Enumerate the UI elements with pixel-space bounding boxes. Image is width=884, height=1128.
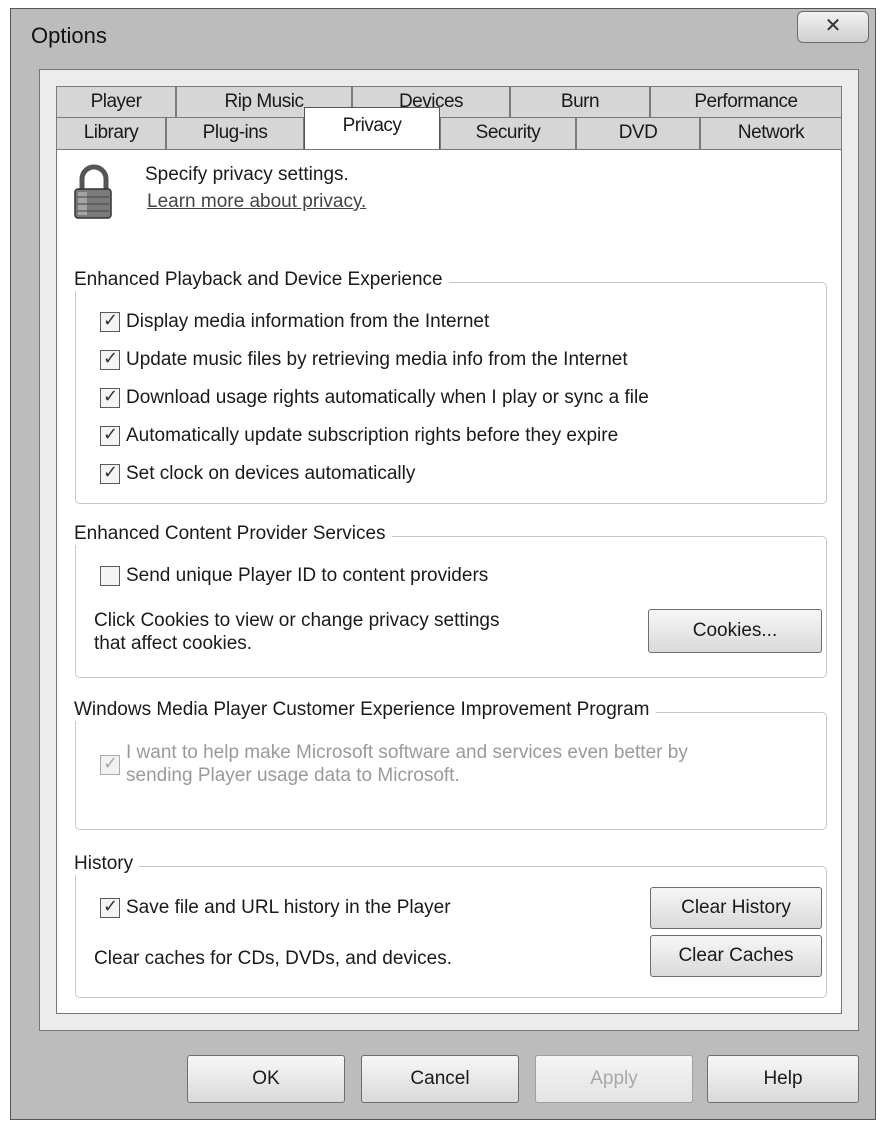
option-label: Display media information from the Inter…: [126, 311, 490, 332]
option-label: I want to help make Microsoft software a…: [126, 741, 688, 787]
option-label: Download usage rights automatically when…: [126, 387, 649, 408]
tab-dvd[interactable]: DVD: [576, 117, 700, 149]
tab-network[interactable]: Network: [700, 117, 842, 149]
tab-privacy[interactable]: Privacy: [304, 107, 440, 149]
tab-security[interactable]: Security: [440, 117, 576, 149]
ceip-group: Windows Media Player Customer Experience…: [74, 699, 827, 830]
option-label: Set clock on devices automatically: [126, 463, 416, 484]
apply-button[interactable]: Apply: [535, 1055, 693, 1103]
option-label: Save file and URL history in the Player: [126, 897, 451, 918]
group-legend: Enhanced Playback and Device Experience: [74, 269, 449, 291]
cookies-button[interactable]: Cookies...: [648, 609, 822, 653]
cancel-button[interactable]: Cancel: [361, 1055, 519, 1103]
option-set-clock[interactable]: ✓ Set clock on devices automatically: [100, 462, 416, 485]
ceip-text-line: sending Player usage data to Microsoft.: [126, 765, 460, 786]
group-legend: Enhanced Content Provider Services: [74, 523, 392, 545]
content-provider-group: Enhanced Content Provider Services Send …: [74, 523, 827, 678]
playback-group: Enhanced Playback and Device Experience …: [74, 269, 827, 504]
option-label: Send unique Player ID to content provide…: [126, 565, 489, 586]
clear-caches-text: Clear caches for CDs, DVDs, and devices.: [94, 948, 452, 969]
window-title: Options: [31, 23, 107, 48]
group-legend: History: [74, 853, 140, 875]
close-icon: ✕: [824, 15, 842, 37]
ok-button[interactable]: OK: [187, 1055, 345, 1103]
checkbox[interactable]: ✓: [100, 310, 120, 332]
privacy-panel: Specify privacy settings. Learn more abo…: [56, 149, 842, 1014]
checkbox[interactable]: ✓: [100, 386, 120, 408]
option-update-subscription-rights[interactable]: ✓ Automatically update subscription righ…: [100, 424, 619, 447]
checkbox[interactable]: ✓: [100, 753, 120, 775]
learn-more-link[interactable]: Learn more about privacy.: [147, 191, 366, 213]
tab-row-bottom: Library Plug-ins Privacy Security DVD Ne…: [56, 107, 842, 149]
dialog-body: Player Rip Music Devices Burn Performanc…: [39, 69, 859, 1031]
checkmark-icon: ✓: [103, 386, 119, 406]
checkbox[interactable]: ✓: [100, 424, 120, 446]
tab-burn[interactable]: Burn: [510, 86, 650, 118]
tab-library[interactable]: Library: [56, 117, 166, 149]
option-ceip[interactable]: ✓ I want to help make Microsoft software…: [100, 741, 688, 787]
option-send-player-id[interactable]: Send unique Player ID to content provide…: [100, 565, 488, 587]
checkmark-icon: ✓: [103, 424, 119, 444]
title-bar[interactable]: Options ✕: [11, 9, 875, 65]
option-update-music-files[interactable]: ✓ Update music files by retrieving media…: [100, 348, 628, 371]
tab-player[interactable]: Player: [56, 86, 176, 118]
lock-icon: [71, 164, 117, 222]
checkbox[interactable]: ✓: [100, 896, 120, 918]
options-dialog: Options ✕ Player Rip Music Devices Burn …: [10, 8, 876, 1120]
intro-title: Specify privacy settings.: [145, 164, 349, 185]
cookies-text-line: that affect cookies.: [94, 633, 253, 654]
close-button[interactable]: ✕: [797, 11, 869, 43]
tab-row-top: Player Rip Music Devices Burn Performanc…: [56, 86, 842, 118]
clear-history-button[interactable]: Clear History: [650, 887, 822, 929]
checkmark-icon: ✓: [103, 896, 119, 916]
cookies-text-line: Click Cookies to view or change privacy …: [94, 610, 500, 631]
checkmark-icon: ✓: [103, 310, 119, 330]
checkbox[interactable]: ✓: [100, 462, 120, 484]
cookies-description: Click Cookies to view or change privacy …: [94, 609, 500, 655]
checkmark-icon: ✓: [103, 462, 119, 482]
ceip-text-line: I want to help make Microsoft software a…: [126, 742, 688, 763]
option-display-media-info[interactable]: ✓ Display media information from the Int…: [100, 310, 490, 333]
checkbox[interactable]: [100, 566, 120, 586]
option-label: Automatically update subscription rights…: [126, 425, 619, 446]
tab-performance[interactable]: Performance: [650, 86, 842, 118]
checkmark-icon: ✓: [103, 348, 119, 368]
clear-caches-button[interactable]: Clear Caches: [650, 935, 822, 977]
option-save-history[interactable]: ✓ Save file and URL history in the Playe…: [100, 896, 451, 919]
tab-plug-ins[interactable]: Plug-ins: [166, 117, 304, 149]
help-button[interactable]: Help: [707, 1055, 859, 1103]
option-label: Update music files by retrieving media i…: [126, 349, 628, 370]
checkbox[interactable]: ✓: [100, 348, 120, 370]
checkmark-icon: ✓: [103, 753, 119, 773]
group-legend: Windows Media Player Customer Experience…: [74, 699, 656, 721]
option-download-usage-rights[interactable]: ✓ Download usage rights automatically wh…: [100, 386, 649, 409]
history-group: History ✓ Save file and URL history in t…: [74, 853, 827, 998]
